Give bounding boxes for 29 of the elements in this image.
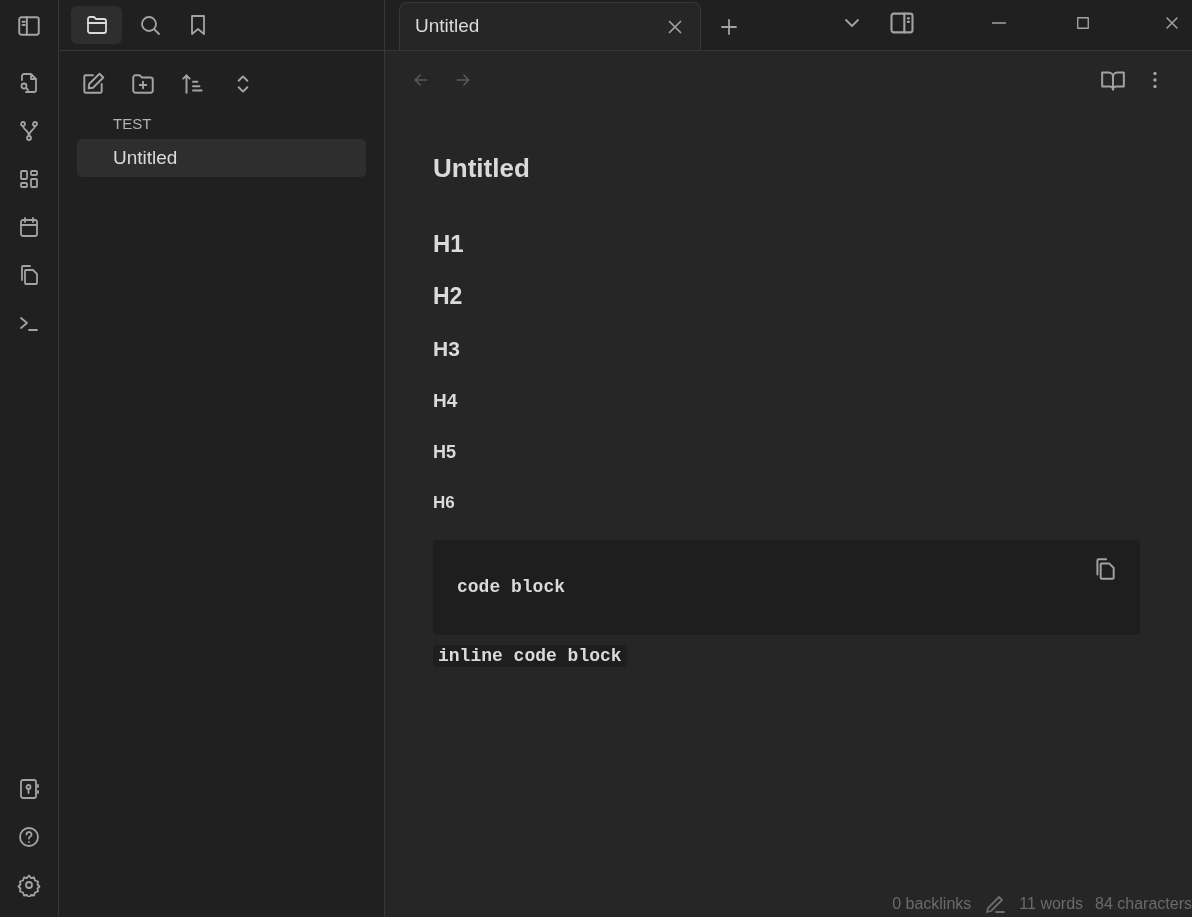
search-icon	[138, 13, 162, 37]
calendar-icon[interactable]	[17, 215, 41, 239]
heading: H4	[433, 388, 459, 413]
note-title: Untitled	[433, 152, 531, 185]
code-text: code block	[457, 576, 566, 599]
heading: H6	[433, 492, 456, 515]
new-note-icon[interactable]	[80, 71, 106, 97]
tab-title: Untitled	[415, 14, 480, 39]
backlink-count: 0 backlinks	[892, 894, 972, 914]
help-icon[interactable]	[17, 825, 41, 849]
heading: H2	[433, 282, 464, 312]
new-folder-icon[interactable]	[130, 71, 156, 97]
word-count: 11 words	[1019, 894, 1084, 914]
vault-icon[interactable]	[17, 777, 41, 801]
character-count: 84 characters	[1095, 894, 1192, 914]
graph-icon[interactable]	[17, 119, 41, 143]
note-tab[interactable]: Untitled	[399, 2, 701, 50]
sort-icon[interactable]	[180, 71, 206, 97]
file-item[interactable]: Untitled	[77, 139, 366, 177]
settings-icon[interactable]	[17, 873, 41, 897]
dashboard-icon[interactable]	[17, 167, 41, 191]
maximize-icon[interactable]	[1074, 14, 1092, 32]
heading: H3	[433, 336, 461, 363]
heading: H1	[433, 229, 465, 259]
inline-code: inline code block	[433, 645, 627, 667]
files-tab-icon	[84, 13, 109, 37]
heading: H5	[433, 441, 457, 464]
sidebar-tab[interactable]	[71, 6, 122, 44]
vault-name[interactable]: TEST	[77, 111, 366, 137]
